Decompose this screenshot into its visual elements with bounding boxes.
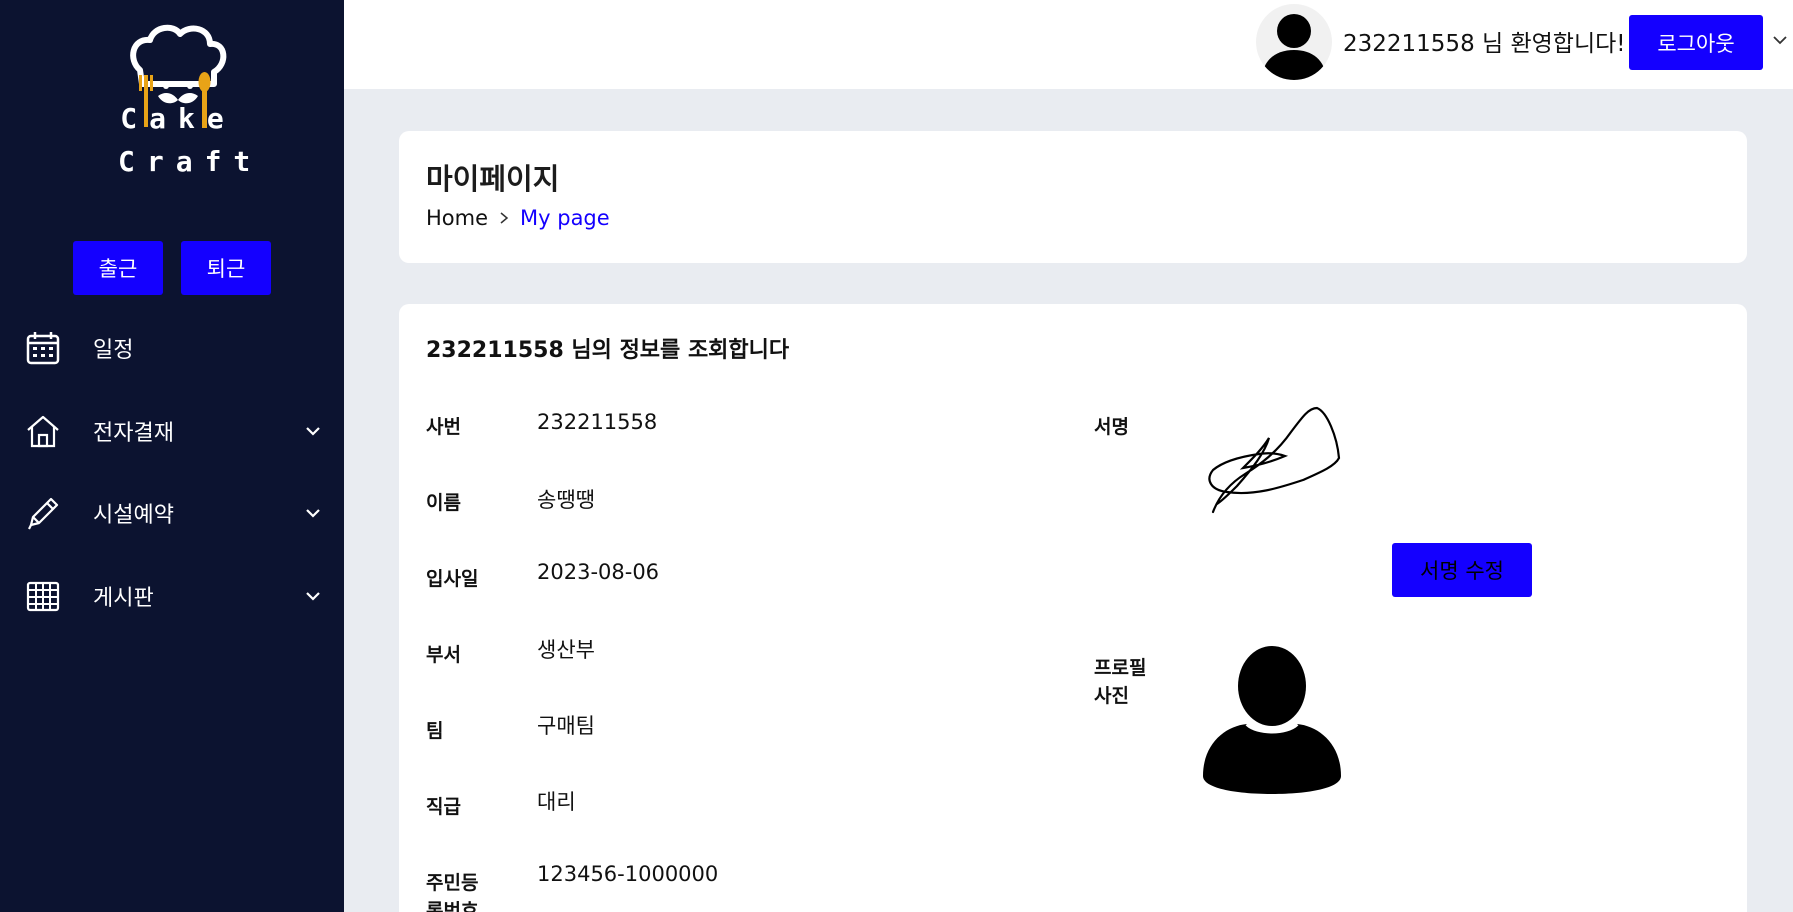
clock-out-button[interactable]: 퇴근 [181,241,271,295]
avatar[interactable] [1256,4,1332,80]
cake-craft-logo[interactable]: Cake Craft [118,20,263,185]
user-info-card: 232211558 님의 정보를 조회합니다 사번 232211558 이름 송… [399,304,1747,912]
logout-button[interactable]: 로그아웃 [1629,15,1763,70]
house-icon [24,412,62,450]
signature-image [1199,404,1349,544]
field-value-team: 구매팀 [537,714,595,738]
chevron-down-icon[interactable] [1771,31,1789,49]
field-value-position: 대리 [537,790,576,814]
edit-signature-button[interactable]: 서명 수정 [1392,543,1532,597]
pencil-icon [24,494,62,532]
field-label-team: 팀 [426,720,444,742]
field-value-department: 생산부 [537,638,595,662]
signature-label: 서명 [1094,416,1129,438]
breadcrumb-home-link[interactable]: Home [426,206,488,230]
sidebar-item-board[interactable]: 게시판 [0,566,344,626]
field-label-department: 부서 [426,644,461,666]
chevron-down-icon[interactable] [302,420,324,442]
topbar: 232211558 님 환영합니다! 로그아웃 [344,0,1793,89]
welcome-text: 232211558 님 환영합니다! [1343,31,1626,57]
info-heading: 232211558 님의 정보를 조회합니다 [426,338,790,363]
chevron-down-icon[interactable] [302,585,324,607]
logo-text-line1: Cake [120,102,236,135]
page-header-card: 마이페이지 Home My page [399,131,1747,263]
sidebar-item-label: 게시판 [93,586,154,611]
sidebar-item-approval[interactable]: 전자결재 [0,401,344,461]
board-grid-icon [24,577,62,615]
breadcrumb-current[interactable]: My page [520,206,610,230]
page-title: 마이페이지 [426,162,560,196]
chevron-right-icon [500,212,509,224]
user-silhouette-icon [1262,14,1326,80]
breadcrumb: Home My page [426,206,610,230]
sidebar-item-schedule[interactable]: 일정 [0,318,344,378]
clock-in-button[interactable]: 출근 [73,241,163,295]
field-label-position: 직급 [426,796,461,818]
sidebar-item-facility[interactable]: 시설예약 [0,483,344,543]
sidebar-item-label: 시설예약 [93,503,174,528]
user-silhouette-icon [1203,646,1341,794]
sidebar-item-label: 전자결재 [93,421,174,446]
field-label-hire-date: 입사일 [426,568,479,590]
field-value-name: 송땡땡 [537,488,595,512]
logo-text-line2: Craft [118,145,263,178]
profile-photo [1199,644,1349,794]
profile-photo-label: 프로필사진 [1094,657,1147,707]
field-label-employee-no: 사번 [426,416,461,438]
sidebar: Cake Craft 출근 퇴근 일정 전자결재 시설예약 게시판 [0,0,344,912]
field-label-name: 이름 [426,492,461,514]
calendar-icon [24,329,62,367]
sidebar-item-label: 일정 [93,338,134,363]
field-label-resident-no: 주민등록번호 [426,872,479,912]
chevron-down-icon[interactable] [302,502,324,524]
field-value-employee-no: 232211558 [537,410,658,434]
field-value-hire-date: 2023-08-06 [537,560,660,584]
field-value-resident-no: 123456-1000000 [537,862,719,886]
